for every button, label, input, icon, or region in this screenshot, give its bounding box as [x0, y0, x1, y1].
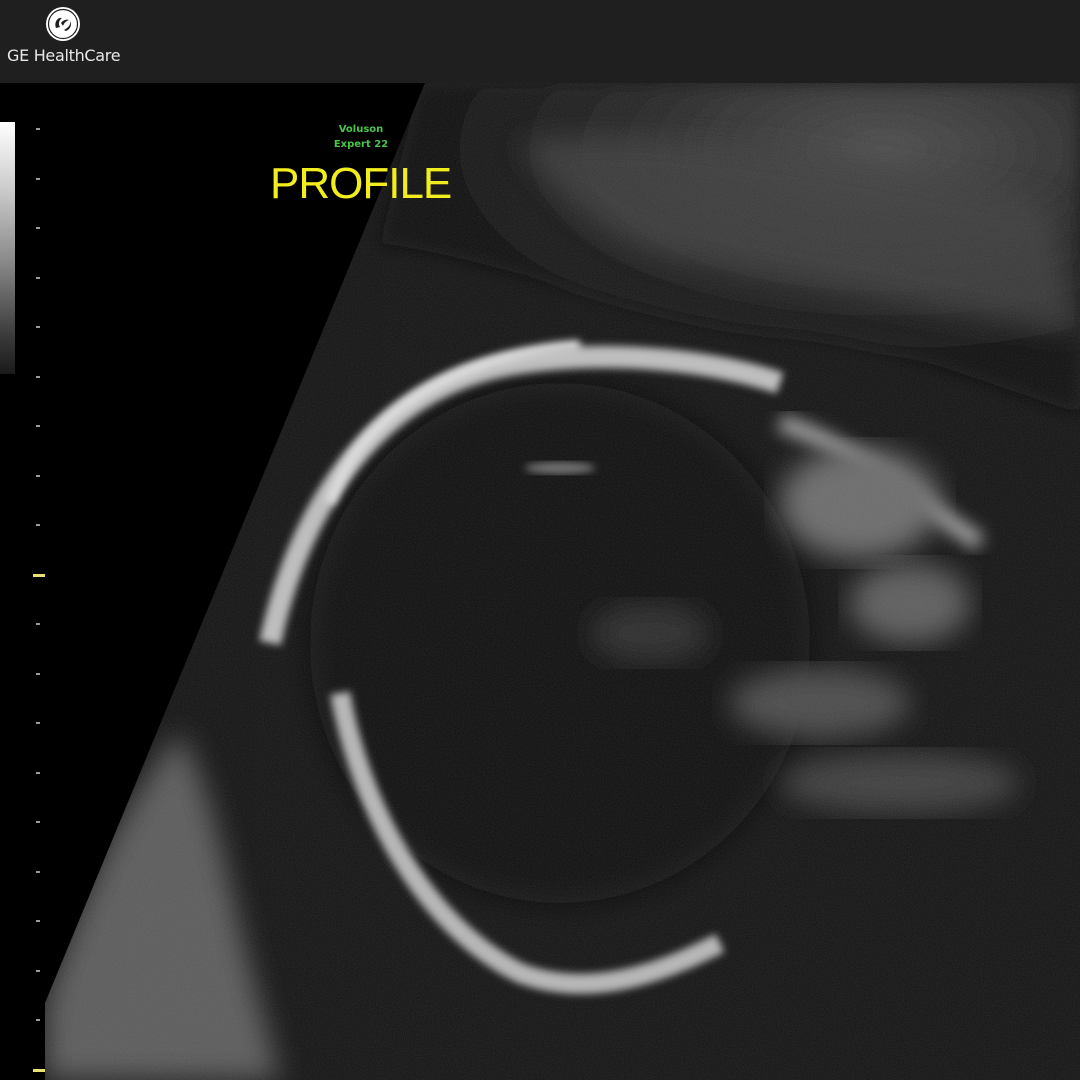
depth-tick	[36, 475, 40, 477]
depth-tick	[36, 871, 40, 873]
grayscale-map-bar	[0, 122, 15, 374]
depth-tick	[36, 128, 40, 130]
depth-tick	[36, 920, 40, 922]
depth-tick	[36, 326, 40, 328]
brand-name: GE HealthCare	[7, 46, 121, 65]
depth-tick	[36, 1019, 40, 1021]
depth-tick	[36, 227, 40, 229]
depth-tick	[36, 623, 40, 625]
device-model-name: Voluson	[338, 124, 384, 135]
depth-tick	[36, 673, 40, 675]
depth-tick	[36, 178, 40, 180]
depth-tick	[36, 376, 40, 378]
device-model-number: Expert 22	[333, 139, 389, 150]
depth-tick	[36, 970, 40, 972]
depth-tick	[36, 277, 40, 279]
depth-tick-major	[33, 574, 45, 577]
ultrasound-screen: GE HealthCare Voluson Expert 22 PROFILE	[0, 0, 1080, 1080]
view-label: PROFILE	[270, 159, 452, 208]
depth-scale	[33, 0, 53, 1080]
depth-tick-major	[33, 1069, 45, 1072]
depth-tick	[36, 821, 40, 823]
depth-tick	[36, 425, 40, 427]
header-bar: GE HealthCare	[0, 0, 1080, 83]
ultrasound-image	[0, 83, 1080, 1080]
depth-tick	[36, 772, 40, 774]
depth-tick	[36, 524, 40, 526]
depth-tick	[36, 722, 40, 724]
scan-sector	[45, 83, 1080, 1080]
